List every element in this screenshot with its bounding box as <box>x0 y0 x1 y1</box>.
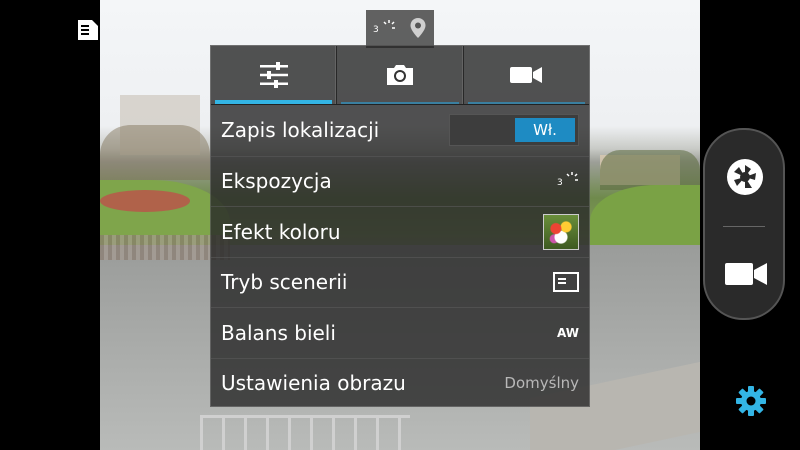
shutter-icon[interactable] <box>725 157 765 197</box>
exposure-value: 3 <box>557 170 579 192</box>
setting-label: Zapis lokalizacji <box>221 118 380 143</box>
gear-icon[interactable] <box>735 385 767 417</box>
preview-lawn-right <box>590 185 700 245</box>
preview-fence <box>200 415 410 450</box>
preview-flowerbed <box>100 190 190 212</box>
toggle-on-label: Wł. <box>515 118 575 143</box>
setting-label: Ustawienia obrazu <box>221 371 406 396</box>
preview-trees-right <box>600 150 700 190</box>
camera-icon <box>386 65 413 85</box>
setting-row-white-balance[interactable]: Balans bieli AW <box>211 307 589 358</box>
exposure-number: 3 <box>557 178 563 189</box>
tab-video-settings[interactable] <box>464 46 589 104</box>
setting-row-image-settings[interactable]: Ustawienia obrazu Domyślny <box>211 357 589 409</box>
settings-list: Zapis lokalizacji Wł. Ekspozycja 3 Efekt… <box>211 105 589 408</box>
tab-photo-settings[interactable] <box>337 46 464 104</box>
image-settings-value: Domyślny <box>504 374 579 393</box>
color-effect-thumbnail <box>543 213 579 250</box>
setting-label: Balans bieli <box>221 320 336 345</box>
exposure-number: 3 <box>373 25 379 35</box>
preview-trees-left <box>100 125 210 180</box>
video-camera-icon <box>510 67 543 83</box>
setting-row-scene-mode[interactable]: Tryb scenerii <box>211 256 589 308</box>
document-icon <box>78 20 98 40</box>
status-indicator-tab[interactable]: 3 <box>366 10 434 48</box>
location-toggle[interactable]: Wł. <box>449 114 579 147</box>
video-camera-icon[interactable] <box>724 261 768 287</box>
setting-row-location[interactable]: Zapis lokalizacji Wł. <box>211 105 589 156</box>
auto-white-balance-icon: AW <box>557 325 579 340</box>
tab-general-settings[interactable] <box>211 46 338 104</box>
setting-label: Efekt koloru <box>221 219 341 244</box>
setting-label: Ekspozycja <box>221 169 332 194</box>
setting-row-exposure[interactable]: Ekspozycja 3 <box>211 155 589 207</box>
sliders-icon <box>259 62 288 88</box>
camera-settings-popup: Zapis lokalizacji Wł. Ekspozycja 3 Efekt… <box>211 46 589 406</box>
exposure-indicator: 3 <box>373 17 395 39</box>
controls-divider <box>723 226 765 227</box>
setting-label: Tryb scenerii <box>221 270 348 295</box>
scene-icon <box>553 272 579 293</box>
location-pin-icon <box>410 18 426 38</box>
settings-tab-bar <box>211 46 589 105</box>
capture-controls <box>703 128 785 320</box>
setting-row-color-effect[interactable]: Efekt koloru <box>211 206 589 257</box>
